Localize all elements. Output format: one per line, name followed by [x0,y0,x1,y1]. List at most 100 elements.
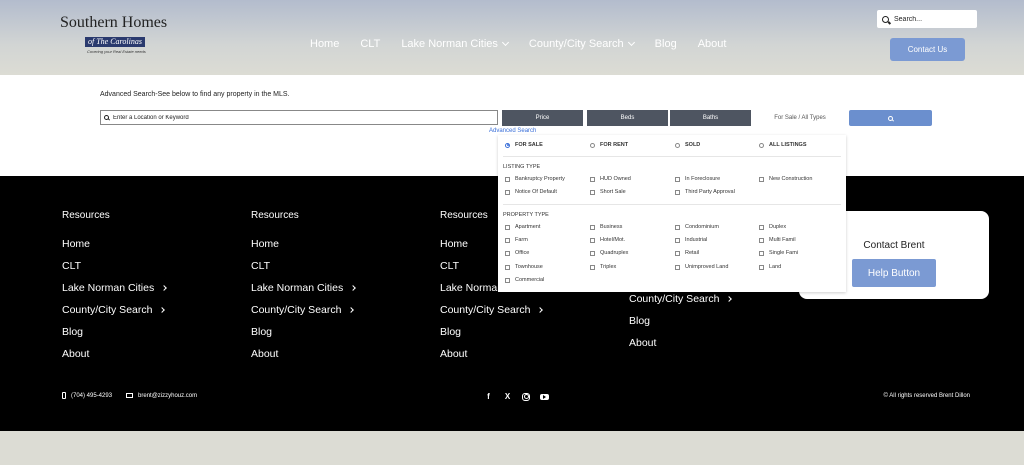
property-type-option[interactable]: Office [505,250,529,256]
x-icon[interactable]: X [503,392,512,401]
beds-filter-button[interactable]: Beds [587,110,668,126]
property-type-option[interactable]: Multi Famil [759,237,796,243]
contact-us-button[interactable]: Contact Us [890,38,965,61]
advanced-search-link[interactable]: Advanced Search [489,128,536,134]
listing-type-option[interactable]: Short Sale [590,189,626,195]
listing-type-option[interactable]: New Construction [759,176,812,182]
property-type-option[interactable]: Farm [505,237,528,243]
property-type-option[interactable]: Commercial [505,277,544,283]
checkbox-icon [590,237,595,243]
listing-type-option[interactable]: HUD Owned [590,176,631,182]
site-logo[interactable]: Southern Homes of The Carolinas Covering… [60,15,175,55]
property-type-option[interactable]: Quadruplex [590,250,628,256]
footer-link-lake-norman-cities[interactable]: Lake Norman Cities [62,277,168,299]
footer-link-lake-norman-cities[interactable]: Lake Norman Cities [251,277,357,299]
chevron-right-icon [537,307,544,313]
status-for-sale[interactable]: FOR SALE [505,142,543,148]
footer-link-label: County/City Search [251,304,342,316]
status-sold[interactable]: SOLD [675,142,700,148]
option-label: FOR RENT [600,142,629,148]
price-filter-button[interactable]: Price [502,110,583,126]
copyright-text: © All rights reserved Brent Dillon [883,393,970,399]
property-type-option[interactable]: Retail [675,250,699,256]
footer-link-about[interactable]: About [629,332,731,354]
instagram-icon[interactable] [522,392,530,401]
option-label: Unimproved Land [685,264,729,270]
chevron-right-icon [159,307,166,313]
listing-type-option[interactable]: Notice Of Default [505,189,557,195]
property-type-option[interactable]: Unimproved Land [675,264,728,270]
option-label: Duplex [769,224,787,230]
help-button[interactable]: Help Button [852,259,936,287]
nav-county-city-search[interactable]: County/City Search [529,38,635,50]
footer-link-blog[interactable]: Blog [629,310,731,332]
main-nav: Home CLT Lake Norman Cities County/City … [310,38,747,50]
nav-home[interactable]: Home [310,38,339,50]
nav-about[interactable]: About [698,38,727,50]
chevron-right-icon [350,285,357,291]
nav-lake-norman-cities[interactable]: Lake Norman Cities [401,38,509,50]
footer-link-blog[interactable]: Blog [251,321,355,343]
property-type-option[interactable]: Duplex [759,224,786,230]
footer-link-label: CLT [62,260,82,272]
footer-link-county-city-search[interactable]: County/City Search [251,299,355,321]
footer-link-county-city-search[interactable]: County/City Search [440,299,544,321]
footer-link-label: Blog [440,326,462,338]
listing-type-option[interactable]: Bankruptcy Property [505,176,565,182]
option-label: Short Sale [600,189,626,195]
location-search [100,110,498,125]
listing-type-option[interactable]: Third Party Approval [675,189,735,195]
search-submit-button[interactable] [849,110,932,126]
property-type-option[interactable]: Hotel/Mot. [590,237,625,243]
footer-link-about[interactable]: About [440,343,544,365]
footer-link-blog[interactable]: Blog [440,321,544,343]
property-type-option[interactable]: Townhouse [505,264,543,270]
footer-link-label: Lake Norman Cities [251,282,344,294]
status-for-rent[interactable]: FOR RENT [590,142,628,148]
footer-link-about[interactable]: About [62,343,166,365]
option-label: Single Fami [769,250,799,256]
property-type-option[interactable]: Industrial [675,237,707,243]
nav-clt[interactable]: CLT [360,38,380,50]
checkbox-icon [675,176,680,182]
footer-link-home[interactable]: Home [251,233,355,255]
property-type-option[interactable]: Condominium [675,224,719,230]
footer-link-home[interactable]: Home [62,233,166,255]
property-type-option[interactable]: Apartment [505,224,540,230]
footer-link-about[interactable]: About [251,343,355,365]
facebook-icon[interactable]: f [484,392,493,401]
nav-label: Home [310,38,340,50]
footer-phone[interactable]: (704) 495-4293 [71,393,112,399]
checkbox-icon [590,264,595,270]
checkbox-icon [675,224,680,230]
property-type-option[interactable]: Land [759,264,781,270]
option-label: Townhouse [515,264,543,270]
baths-filter-button[interactable]: Baths [670,110,751,126]
footer-link-county-city-search[interactable]: County/City Search [62,299,166,321]
listing-type-option[interactable]: In Foreclosure [675,176,720,182]
nav-blog[interactable]: Blog [655,38,677,50]
option-label: Commercial [515,277,545,283]
checkbox-icon [675,189,680,195]
property-type-option[interactable]: Business [590,224,622,230]
option-label: Triplex [600,264,617,270]
footer-link-clt[interactable]: CLT [251,255,355,277]
header-search-input[interactable] [894,15,969,23]
footer-link-label: Blog [629,315,651,327]
property-type-option[interactable]: Triplex [590,264,616,270]
youtube-icon[interactable] [540,393,549,400]
footer-link-label: Home [440,238,469,250]
footer-link-label: Home [251,238,280,250]
checkbox-icon [675,237,680,243]
mail-icon [126,393,134,398]
status-all-listings[interactable]: ALL LISTINGS [759,142,806,148]
footer-email[interactable]: brent@zizzyhouz.com [138,393,197,399]
footer-link-clt[interactable]: CLT [62,255,166,277]
location-input[interactable] [113,114,493,121]
footer-link-blog[interactable]: Blog [62,321,166,343]
footer-column-title: Resources [62,210,110,221]
property-type-option[interactable]: Single Fami [759,250,798,256]
radio-icon [759,142,764,148]
type-filter-button[interactable]: For Sale / All Types [755,110,845,126]
search-icon[interactable] [882,15,889,23]
